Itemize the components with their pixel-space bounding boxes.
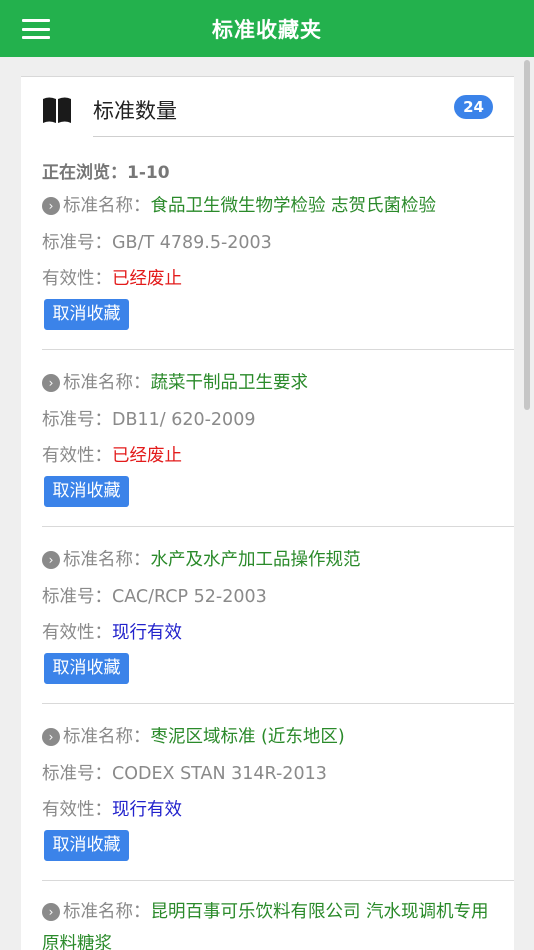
status-value: 已经废止 — [112, 269, 182, 289]
page-title: 标准收藏夹 — [212, 17, 322, 42]
count-badge: 24 — [454, 95, 493, 119]
chevron-right-icon: › — [42, 903, 60, 921]
code-row: 标准号：CODEX STAN 314R-2013 — [42, 760, 327, 785]
status-row: 有效性：现行有效 — [42, 796, 182, 821]
card-header: 标准数量 24 — [21, 77, 514, 137]
status-row: 有效性：已经废止 — [42, 265, 182, 290]
status-value: 已经废止 — [112, 446, 182, 466]
divider — [93, 136, 514, 137]
name-label: 标准名称： — [63, 196, 151, 216]
app-header: 标准收藏夹 — [0, 0, 534, 57]
divider — [42, 349, 514, 350]
chevron-right-icon: › — [42, 551, 60, 569]
name-label: 标准名称： — [63, 550, 151, 570]
code-label: 标准号： — [42, 233, 112, 253]
status-label: 有效性： — [42, 800, 112, 820]
standard-count-title: 标准数量 — [93, 99, 177, 123]
standard-code: CODEX STAN 314R-2013 — [112, 764, 327, 784]
code-row: 标准号：DB11/ 620-2009 — [42, 406, 255, 431]
standard-name-link[interactable]: 水产及水产加工品操作规范 — [151, 550, 361, 570]
code-row: 标准号：GB/T 4789.5-2003 — [42, 229, 272, 254]
unfavorite-button[interactable]: 取消收藏 — [44, 830, 129, 861]
hamburger-menu-icon[interactable] — [22, 19, 50, 39]
name-label: 标准名称： — [63, 902, 151, 922]
code-label: 标准号： — [42, 410, 112, 430]
name-row: › 标准名称：昆明百事可乐饮料有限公司 汽水现调机专用原料糖浆 — [42, 896, 492, 950]
scrollbar[interactable] — [524, 60, 530, 410]
favorites-card: 标准数量 24 正在浏览：1-10 › 标准名称：食品卫生微生物学检验 志贺氏菌检… — [21, 76, 514, 950]
status-row: 有效性：已经废止 — [42, 442, 182, 467]
status-label: 有效性： — [42, 269, 112, 289]
unfavorite-button[interactable]: 取消收藏 — [44, 653, 129, 684]
name-row: › 标准名称：食品卫生微生物学检验 志贺氏菌检验 — [42, 192, 436, 217]
status-label: 有效性： — [42, 446, 112, 466]
status-value: 现行有效 — [112, 623, 182, 643]
standard-name-link[interactable]: 枣泥区域标准 (近东地区) — [151, 727, 345, 747]
code-row: 标准号：CAC/RCP 52-2003 — [42, 583, 267, 608]
chevron-right-icon: › — [42, 374, 60, 392]
chevron-right-icon: › — [42, 728, 60, 746]
name-row: › 标准名称：蔬菜干制品卫生要求 — [42, 369, 308, 394]
divider — [42, 880, 514, 881]
status-value: 现行有效 — [112, 800, 182, 820]
code-label: 标准号： — [42, 587, 112, 607]
name-row: › 标准名称：枣泥区域标准 (近东地区) — [42, 723, 345, 748]
browse-range: 正在浏览：1-10 — [42, 163, 170, 183]
unfavorite-button[interactable]: 取消收藏 — [44, 299, 129, 330]
standard-name-link[interactable]: 食品卫生微生物学检验 志贺氏菌检验 — [151, 196, 437, 216]
standard-name-link[interactable]: 蔬菜干制品卫生要求 — [151, 373, 309, 393]
standard-code: DB11/ 620-2009 — [112, 410, 256, 430]
status-row: 有效性：现行有效 — [42, 619, 182, 644]
divider — [42, 526, 514, 527]
standard-code: GB/T 4789.5-2003 — [112, 233, 272, 253]
name-row: › 标准名称：水产及水产加工品操作规范 — [42, 546, 361, 571]
name-label: 标准名称： — [63, 373, 151, 393]
divider — [42, 703, 514, 704]
chevron-right-icon: › — [42, 197, 60, 215]
status-label: 有效性： — [42, 623, 112, 643]
standard-code: CAC/RCP 52-2003 — [112, 587, 267, 607]
code-label: 标准号： — [42, 764, 112, 784]
unfavorite-button[interactable]: 取消收藏 — [44, 476, 129, 507]
name-label: 标准名称： — [63, 727, 151, 747]
book-icon — [43, 97, 71, 123]
